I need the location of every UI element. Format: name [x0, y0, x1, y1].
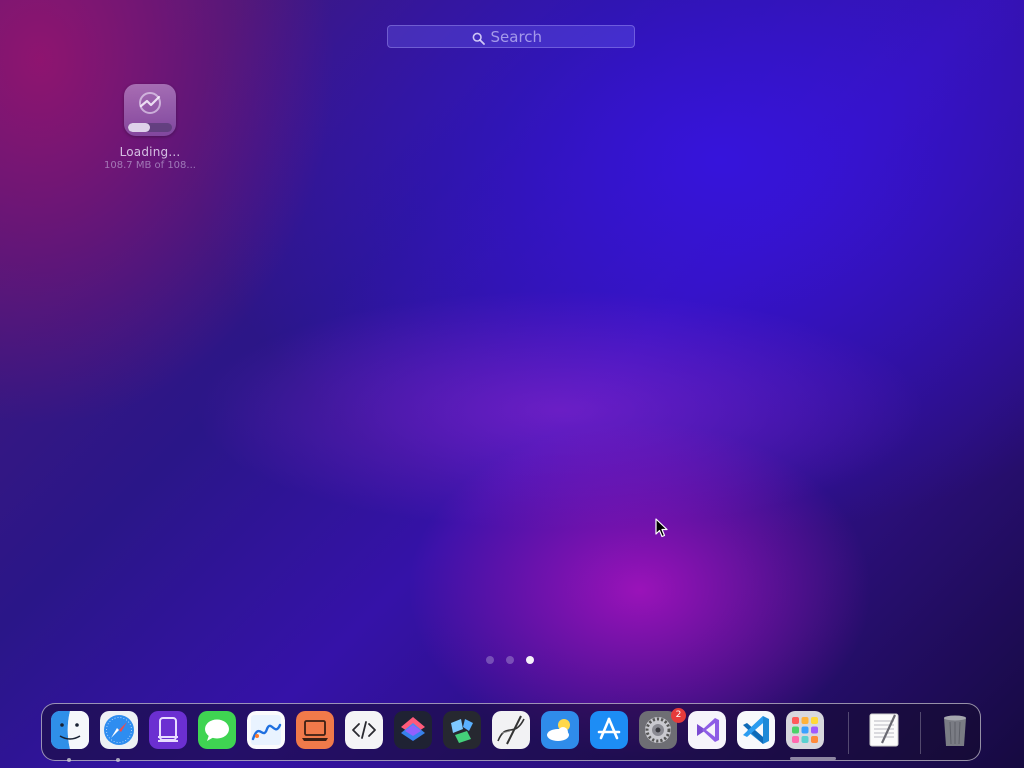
simulator-icon[interactable]: [149, 711, 187, 749]
app-name-label: Loading...: [119, 145, 181, 159]
download-progress-fill: [128, 123, 150, 132]
app-download-icon: [124, 84, 176, 136]
finder-icon[interactable]: [51, 711, 89, 749]
visual-studio-icon[interactable]: [688, 711, 726, 749]
weather-icon[interactable]: [541, 711, 579, 749]
page-indicator: [486, 656, 534, 664]
document-icon[interactable]: [865, 711, 903, 749]
script-icon[interactable]: [492, 711, 530, 749]
page-dot[interactable]: [486, 656, 494, 664]
notification-badge: 2: [671, 708, 686, 723]
search-field[interactable]: [387, 25, 635, 48]
launchpad-app-downloading[interactable]: Loading... 108.7 MB of 108...: [98, 84, 202, 171]
download-progress-bar: [128, 123, 172, 132]
launchpad-icon[interactable]: [786, 711, 824, 749]
magnifying-glass-icon: [472, 30, 485, 45]
search-input[interactable]: [490, 27, 551, 46]
download-status-label: 108.7 MB of 108...: [104, 160, 196, 171]
messages-icon[interactable]: [198, 711, 236, 749]
dock-separator: [848, 712, 849, 754]
code-icon[interactable]: [345, 711, 383, 749]
apps-icon[interactable]: [443, 711, 481, 749]
shortcuts-icon[interactable]: [394, 711, 432, 749]
running-indicator: [67, 758, 71, 762]
launchpad-active-indicator: [790, 757, 836, 760]
running-indicator: [116, 758, 120, 762]
trash-icon[interactable]: [936, 711, 974, 749]
page-dot[interactable]: [526, 656, 534, 664]
vscode-icon[interactable]: [737, 711, 775, 749]
app-store-icon[interactable]: [590, 711, 628, 749]
page-dot[interactable]: [506, 656, 514, 664]
mouse-pointer-icon: [655, 518, 669, 542]
freeform-icon[interactable]: [247, 711, 285, 749]
dock: 2: [41, 703, 981, 762]
safari-icon[interactable]: [100, 711, 138, 749]
laptop-icon[interactable]: [296, 711, 334, 749]
dock-separator: [920, 712, 921, 754]
